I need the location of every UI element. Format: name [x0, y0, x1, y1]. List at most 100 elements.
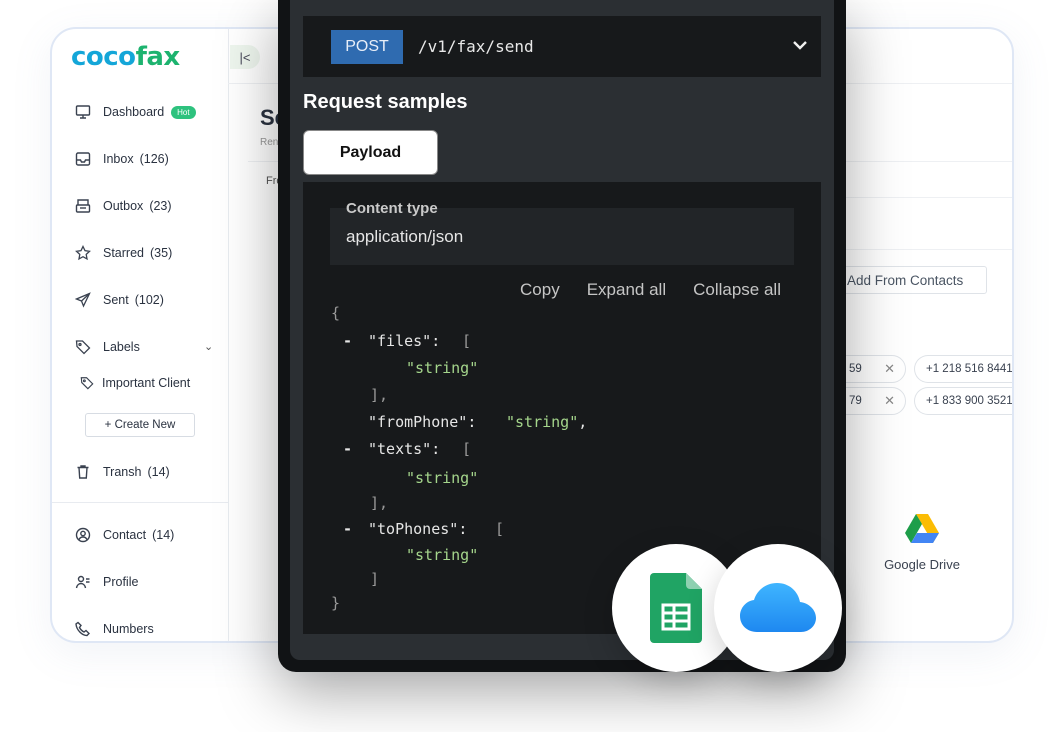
inbox-icon: [74, 150, 92, 168]
code-line: [: [462, 332, 471, 350]
chip-number: 59: [849, 363, 862, 375]
json-string: "string": [406, 359, 479, 377]
json-bracket: ]: [370, 570, 380, 588]
chip-number: +1 218 516 8441: [926, 363, 1013, 375]
sidebar-item-count: (102): [134, 293, 164, 307]
close-icon[interactable]: ✕: [884, 361, 895, 377]
sidebar-item-contact[interactable]: Contact (14): [74, 524, 174, 546]
label-important-client[interactable]: Important Client: [80, 376, 190, 390]
chip-number: +1 833 900 3521: [926, 395, 1013, 407]
json-key: "files": [368, 332, 432, 350]
collapse-all-button[interactable]: Collapse all: [693, 280, 781, 300]
profile-icon: [74, 573, 92, 591]
json-string: "string": [406, 469, 479, 487]
collapse-toggle[interactable]: -: [343, 332, 352, 350]
sidebar-item-label: Dashboard: [103, 105, 165, 119]
code-line: "string": [406, 546, 478, 564]
code-line: "texts":: [368, 440, 440, 458]
panel-divider: [832, 197, 1012, 198]
send-icon: [74, 291, 92, 309]
sidebar-item-labels[interactable]: Labels: [74, 336, 140, 358]
sidebar-item-count: (14): [147, 465, 170, 479]
code-line: ],: [370, 386, 388, 404]
chip-number: 79: [849, 395, 862, 407]
panel-divider: [832, 249, 1012, 250]
json-comma: ,: [578, 413, 588, 431]
logo-main: coco: [71, 42, 136, 72]
sidebar: cocofax Dashboard Hot Inbox (126) Outbox…: [52, 29, 229, 641]
icloud-icon: [740, 583, 816, 632]
sidebar-item-count: (14): [152, 528, 175, 542]
endpoint-bar[interactable]: POST /v1/fax/send: [303, 16, 821, 77]
json-colon: :: [467, 413, 477, 431]
star-icon: [74, 244, 92, 262]
content-type-label: Content type: [346, 200, 438, 217]
chevron-left-bar-icon: |<: [239, 49, 251, 65]
code-line: "string": [406, 469, 478, 487]
code-line: ]: [370, 570, 379, 588]
google-drive-icon: [905, 514, 939, 543]
hot-badge: Hot: [171, 105, 196, 119]
json-brace: }: [331, 594, 341, 612]
recipient-chip[interactable]: +1 218 516 8441: [914, 355, 1013, 383]
code-line: "files":: [368, 332, 440, 350]
google-drive-label: Google Drive: [884, 557, 960, 572]
sidebar-item-label: Starred: [103, 246, 144, 260]
json-bracket: ],: [370, 494, 389, 512]
code-line: -: [343, 440, 352, 458]
sidebar-item-numbers[interactable]: Numbers: [74, 618, 154, 640]
collapse-sidebar-button[interactable]: |<: [230, 45, 260, 69]
tab-payload[interactable]: Payload: [303, 130, 438, 175]
create-new-label-button[interactable]: + Create New: [85, 413, 195, 437]
page-subtitle: Ren: [260, 137, 279, 148]
copy-button[interactable]: Copy: [520, 280, 560, 300]
logo: cocofax: [71, 42, 180, 72]
sidebar-item-profile[interactable]: Profile: [74, 571, 138, 593]
json-key: "texts": [368, 440, 432, 458]
recipient-chip[interactable]: +1 833 900 3521: [914, 387, 1013, 415]
json-key: "fromPhone": [368, 413, 468, 431]
json-colon: :: [458, 520, 468, 538]
json-bracket: ],: [370, 386, 389, 404]
google-sheets-icon: [650, 573, 702, 643]
code-line: "fromPhone":: [368, 413, 476, 431]
code-line: "string",: [506, 413, 587, 431]
code-line: -: [343, 520, 352, 538]
code-line: {: [331, 304, 340, 322]
code-actions: Copy Expand all Collapse all: [520, 280, 781, 300]
sidebar-item-count: (126): [139, 152, 169, 166]
tag-icon: [74, 338, 92, 356]
tag-icon: [80, 377, 94, 390]
sidebar-item-starred[interactable]: Starred (35): [74, 242, 172, 264]
trash-icon: [74, 463, 92, 481]
code-line: [: [495, 520, 504, 538]
collapse-toggle[interactable]: -: [343, 440, 352, 458]
sidebar-item-label: Contact: [103, 528, 147, 542]
sidebar-item-sent[interactable]: Sent (102): [74, 289, 164, 311]
chevron-down-icon[interactable]: ⌄: [204, 340, 213, 353]
sidebar-item-outbox[interactable]: Outbox (23): [74, 195, 172, 217]
sidebar-item-label: Numbers: [103, 622, 154, 636]
add-from-contacts-button[interactable]: Add From Contacts: [834, 266, 987, 294]
sidebar-item-dashboard[interactable]: Dashboard Hot: [74, 101, 196, 123]
close-icon[interactable]: ✕: [884, 393, 895, 409]
json-bracket: [: [462, 332, 472, 350]
expand-all-button[interactable]: Expand all: [587, 280, 666, 300]
collapse-toggle[interactable]: -: [343, 520, 352, 538]
logo-accent: fax: [135, 42, 181, 72]
phone-icon: [74, 620, 92, 638]
monitor-icon: [74, 103, 92, 121]
json-string: "string": [506, 413, 579, 431]
sidebar-item-label: Outbox: [103, 199, 144, 213]
section-title: Request samples: [303, 91, 468, 113]
sidebar-item-count: (35): [150, 246, 173, 260]
sidebar-item-label: Transh: [103, 465, 142, 479]
chevron-down-icon[interactable]: [791, 36, 809, 54]
google-drive-option[interactable]: Google Drive: [882, 513, 962, 572]
sidebar-item-inbox[interactable]: Inbox (126): [74, 148, 169, 170]
icloud-integration[interactable]: [714, 544, 842, 672]
json-colon: :: [431, 332, 441, 350]
code-line: ],: [370, 494, 388, 512]
content-type-value: application/json: [346, 227, 464, 246]
sidebar-item-trash[interactable]: Transh (14): [74, 461, 170, 483]
